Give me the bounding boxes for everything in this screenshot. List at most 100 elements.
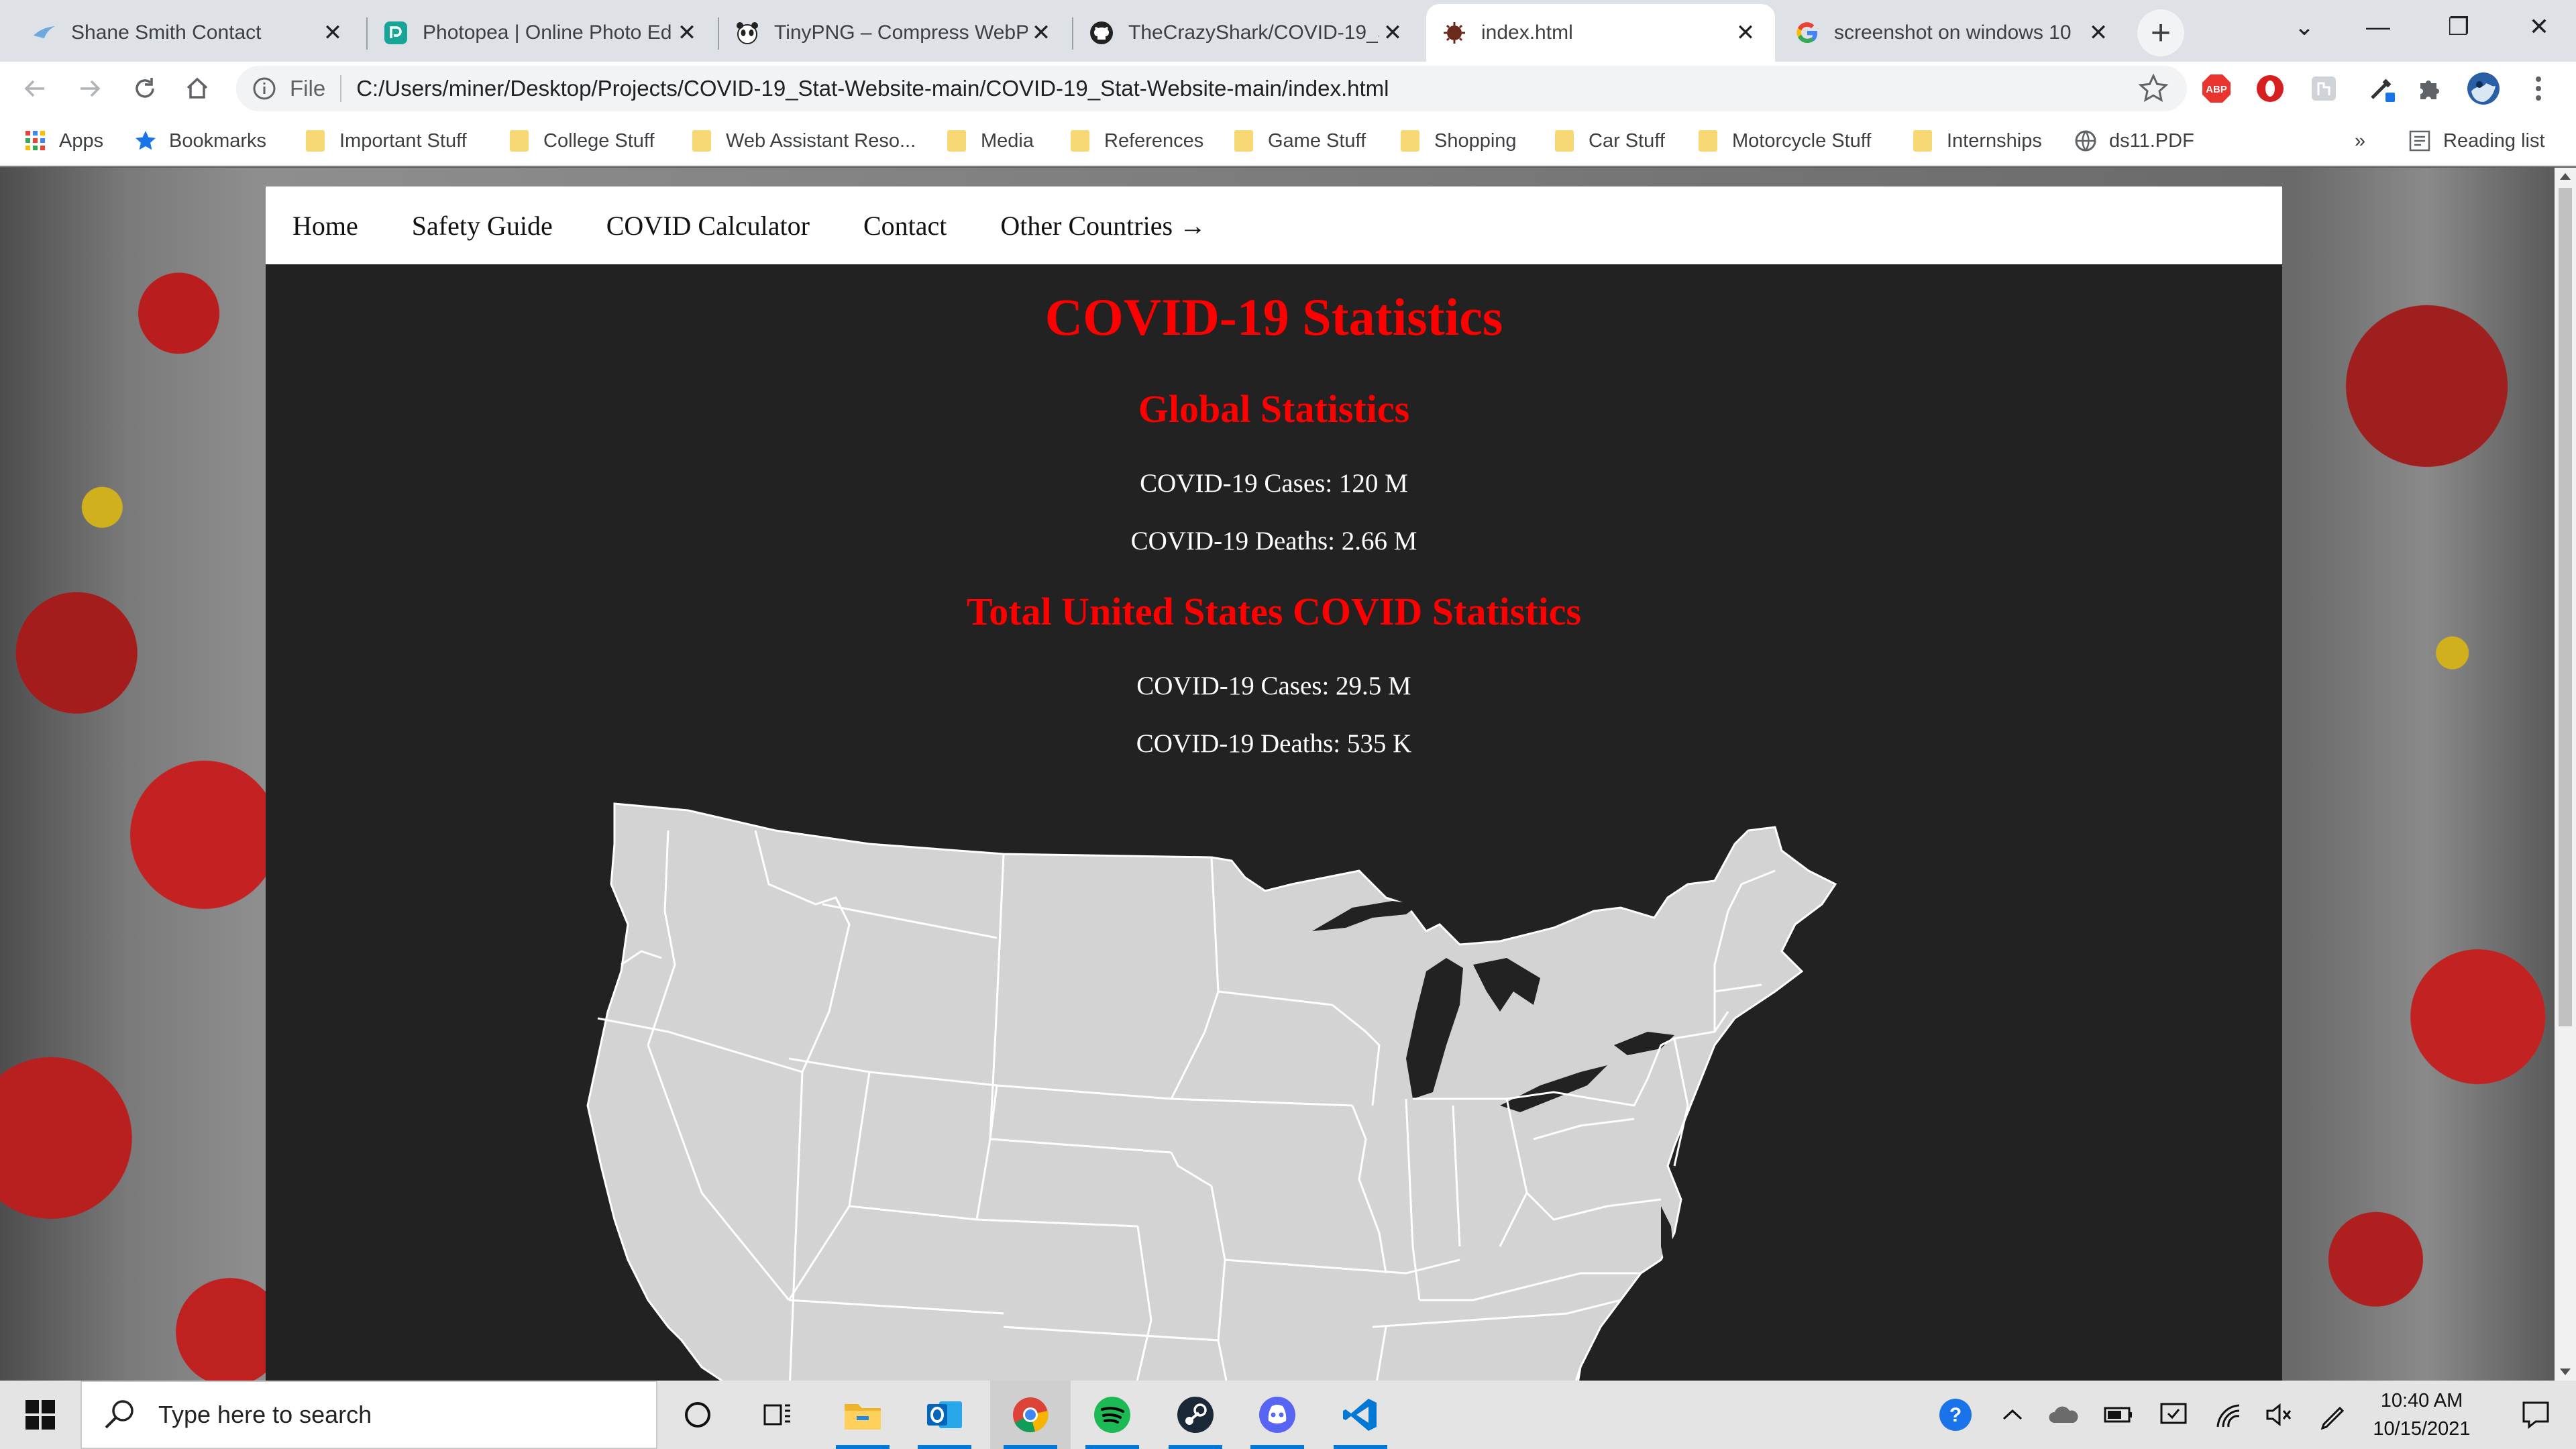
bookmarks-overflow-button[interactable]: » bbox=[2355, 123, 2365, 158]
tab-index-html[interactable]: index.html ✕ bbox=[1426, 4, 1775, 62]
tab-search-icon[interactable]: ⌄ bbox=[2267, 0, 2341, 54]
tab-close-icon[interactable]: ✕ bbox=[674, 19, 700, 46]
nav-safety-guide-link[interactable]: Safety Guide bbox=[412, 210, 553, 241]
restore-icon[interactable]: ❐ bbox=[2422, 0, 2496, 54]
search-placeholder: Type here to search bbox=[158, 1401, 372, 1428]
notification-center-icon[interactable] bbox=[2496, 1381, 2576, 1449]
folder-icon bbox=[692, 130, 711, 152]
back-icon[interactable] bbox=[13, 67, 56, 110]
info-icon[interactable] bbox=[252, 76, 276, 101]
us-mainland-shape[interactable] bbox=[586, 802, 1837, 1381]
bookmark-folder-internships[interactable]: Internships bbox=[1913, 123, 2042, 158]
volume-muted-icon[interactable] bbox=[2258, 1381, 2301, 1449]
tab-shane-smith-contact[interactable]: Shane Smith Contact ✕ bbox=[0, 4, 362, 62]
tab-close-icon[interactable]: ✕ bbox=[2085, 19, 2112, 46]
wifi-icon[interactable] bbox=[2207, 1381, 2250, 1449]
bookmarks-folder[interactable]: Bookmarks bbox=[134, 123, 266, 158]
cortana-icon[interactable] bbox=[657, 1381, 738, 1449]
opera-extension-icon[interactable] bbox=[2253, 71, 2288, 106]
page-scrollbar[interactable] bbox=[2555, 168, 2576, 1381]
nav-contact-link[interactable]: Contact bbox=[863, 210, 947, 241]
bookmark-folder-important[interactable]: Important Stuff bbox=[306, 123, 467, 158]
folder-icon bbox=[1401, 130, 1419, 152]
task-view-icon[interactable] bbox=[738, 1381, 818, 1449]
folder-icon bbox=[947, 130, 966, 152]
covid-favicon-icon bbox=[1442, 21, 1466, 45]
extensions-puzzle-icon[interactable] bbox=[2412, 71, 2447, 106]
windows-logo-icon bbox=[25, 1400, 55, 1430]
onedrive-icon[interactable] bbox=[2042, 1381, 2085, 1449]
battery-icon[interactable] bbox=[2097, 1381, 2140, 1449]
bookmarks-label: Bookmarks bbox=[169, 129, 267, 152]
search-icon bbox=[105, 1400, 133, 1429]
svg-text:ABP: ABP bbox=[2206, 84, 2227, 95]
us-stats-heading: Total United States COVID Statistics bbox=[966, 590, 1582, 633]
vscode-icon[interactable] bbox=[1320, 1381, 1401, 1449]
bookmark-folder-college[interactable]: College Stuff bbox=[510, 123, 655, 158]
reading-list-icon bbox=[2409, 130, 2430, 152]
omnibox-divider bbox=[340, 75, 342, 102]
nav-home-link[interactable]: Home bbox=[292, 210, 358, 241]
spotify-icon[interactable] bbox=[1072, 1381, 1152, 1449]
adblock-plus-icon[interactable]: ABP bbox=[2199, 71, 2234, 106]
nav-covid-calculator-link[interactable]: COVID Calculator bbox=[606, 210, 810, 241]
taskbar-search-box[interactable]: Type here to search bbox=[80, 1381, 657, 1449]
profile-avatar-icon[interactable] bbox=[2466, 71, 2501, 106]
close-window-icon[interactable]: ✕ bbox=[2502, 0, 2576, 54]
tab-github-repo[interactable]: TheCrazyShark/COVID-19_S ✕ bbox=[1073, 4, 1422, 62]
tab-tinypng[interactable]: TinyPNG – Compress WebP ✕ bbox=[719, 4, 1071, 62]
bookmark-folder-motorcycle[interactable]: Motorcycle Stuff bbox=[1699, 123, 1871, 158]
bookmark-folder-car[interactable]: Car Stuff bbox=[1555, 123, 1665, 158]
chrome-icon[interactable] bbox=[990, 1381, 1071, 1449]
bookmark-folder-references[interactable]: References bbox=[1071, 123, 1203, 158]
system-clock[interactable]: 10:40 AM 10/15/2021 bbox=[2361, 1381, 2482, 1449]
bookmark-star-icon[interactable] bbox=[2137, 72, 2169, 105]
steam-icon[interactable] bbox=[1155, 1381, 1236, 1449]
extension-puzzle-grey-icon[interactable] bbox=[2306, 71, 2341, 106]
tab-close-icon[interactable]: ✕ bbox=[1732, 19, 1759, 46]
us-states-map[interactable] bbox=[534, 790, 2010, 1381]
bookmark-folder-web-assistant[interactable]: Web Assistant Reso... bbox=[692, 123, 916, 158]
reload-icon[interactable] bbox=[123, 67, 166, 110]
tab-close-icon[interactable]: ✕ bbox=[1028, 19, 1055, 46]
pen-icon[interactable] bbox=[2312, 1381, 2355, 1449]
url-text[interactable]: C:/Users/miner/Desktop/Projects/COVID-19… bbox=[356, 76, 2137, 101]
scroll-up-arrow-icon[interactable] bbox=[2560, 173, 2571, 180]
bird-favicon-icon bbox=[32, 21, 56, 45]
scroll-down-arrow-icon[interactable] bbox=[2560, 1368, 2571, 1375]
bookmark-folder-media[interactable]: Media bbox=[947, 123, 1034, 158]
new-tab-button[interactable]: + bbox=[2137, 9, 2184, 56]
device-icon[interactable] bbox=[2152, 1381, 2195, 1449]
show-hidden-icons-chevron-icon[interactable] bbox=[1992, 1381, 2033, 1449]
address-bar[interactable]: File C:/Users/miner/Desktop/Projects/COV… bbox=[236, 66, 2187, 111]
discord-icon[interactable] bbox=[1237, 1381, 1318, 1449]
photopea-favicon-icon bbox=[384, 21, 408, 45]
help-icon[interactable]: ? bbox=[1932, 1381, 1979, 1449]
bookmark-folder-game[interactable]: Game Stuff bbox=[1234, 123, 1366, 158]
folder-icon bbox=[306, 130, 325, 152]
forward-icon[interactable] bbox=[68, 67, 111, 110]
bookmark-label: Game Stuff bbox=[1268, 129, 1366, 152]
eyedropper-extension-icon[interactable] bbox=[2364, 71, 2399, 106]
file-explorer-icon[interactable] bbox=[822, 1381, 903, 1449]
home-icon[interactable] bbox=[176, 67, 219, 110]
reading-list-button[interactable]: Reading list bbox=[2408, 123, 2545, 158]
bookmark-pdf[interactable]: ds11.PDF bbox=[2074, 123, 2194, 158]
tab-close-icon[interactable]: ✕ bbox=[1379, 19, 1406, 46]
bookmark-label: College Stuff bbox=[543, 129, 655, 152]
tab-google-search[interactable]: screenshot on windows 10 ✕ bbox=[1779, 4, 2128, 62]
outlook-icon[interactable] bbox=[904, 1381, 985, 1449]
minimize-icon[interactable]: — bbox=[2341, 0, 2415, 54]
tab-photopea[interactable]: Photopea | Online Photo Ed ✕ bbox=[368, 4, 716, 62]
scrollbar-thumb[interactable] bbox=[2559, 188, 2572, 1026]
nav-other-countries-link[interactable]: Other Countries → bbox=[1000, 210, 1206, 241]
bookmark-label: ds11.PDF bbox=[2109, 129, 2194, 152]
bookmark-folder-shopping[interactable]: Shopping bbox=[1401, 123, 1517, 158]
apps-shortcut[interactable]: Apps bbox=[24, 123, 103, 158]
tab-close-icon[interactable]: ✕ bbox=[319, 19, 346, 46]
folder-icon bbox=[510, 130, 529, 152]
start-button[interactable] bbox=[0, 1381, 80, 1449]
global-cases-stat: COVID-19 Cases: 120 M bbox=[1140, 469, 1408, 498]
tab-title: index.html bbox=[1481, 21, 1573, 44]
more-menu-icon[interactable] bbox=[2521, 71, 2556, 106]
